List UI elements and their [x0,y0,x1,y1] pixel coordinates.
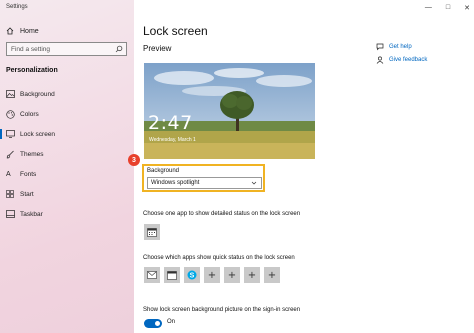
brush-icon [6,150,18,159]
sidebar-item-background[interactable]: Background [0,88,134,100]
give-feedback-link[interactable]: Give feedback [376,54,427,66]
help-links: Get help Give feedback [376,41,427,67]
section-title: Personalization [6,67,58,74]
sidebar-item-label: Fonts [20,170,37,178]
picture-icon [6,90,18,98]
get-help-label: Get help [389,44,412,50]
sidebar-item-colors[interactable]: Colors [0,108,134,120]
toggle-state-label: On [167,319,176,325]
feedback-icon [376,56,386,64]
calendar-icon [147,228,157,237]
quick-status-app-calendar[interactable] [164,267,180,283]
taskbar-icon [6,210,18,218]
sidebar-item-themes[interactable]: Themes [0,148,134,160]
svg-text:S: S [190,273,195,280]
add-app-button[interactable]: + [224,267,240,283]
sidebar-item-label: Themes [20,150,44,158]
plus-icon: + [207,269,217,281]
page-title: Lock screen [143,24,208,38]
add-app-button[interactable]: + [244,267,260,283]
get-help-link[interactable]: Get help [376,41,427,53]
window-controls: — □ ✕ [425,4,470,12]
home-icon [6,27,16,35]
search-icon [115,45,123,55]
signin-bg-toggle[interactable] [144,319,162,328]
lock-screen-icon [6,130,18,138]
sidebar-item-start[interactable]: Start [0,188,134,200]
preview-date: Wednesday, March 1 [149,137,196,143]
calendar-icon [167,271,177,280]
home-nav-item[interactable]: Home [6,25,39,37]
quick-status-text: Choose which apps show quick status on t… [143,255,295,261]
plus-icon: + [247,269,257,281]
quick-status-app-skype[interactable]: S [184,267,200,283]
background-dropdown[interactable]: Windows spotlight [147,177,262,189]
lock-screen-preview: 2:47 Wednesday, March 1 [144,63,315,159]
sidebar-item-fonts[interactable]: A Fonts [0,168,134,180]
sidebar-item-label: Background [20,90,55,98]
home-label: Home [20,27,39,35]
toggle-knob [155,321,160,326]
background-label: Background [147,168,180,174]
preview-label: Preview [143,44,172,53]
start-icon [6,190,18,198]
add-app-button[interactable]: + [264,267,280,283]
search-input[interactable]: Find a setting [6,42,127,56]
maximize-icon[interactable]: □ [446,4,450,12]
search-placeholder: Find a setting [11,45,51,53]
help-chat-icon [376,43,386,51]
mail-icon [147,271,157,279]
give-feedback-label: Give feedback [389,57,428,63]
quick-status-app-mail[interactable] [144,267,160,283]
chevron-down-icon [251,180,257,188]
minimize-icon[interactable]: — [425,4,432,12]
add-app-button[interactable]: + [204,267,220,283]
font-icon: A [6,170,11,178]
background-dropdown-value: Windows spotlight [151,180,200,186]
sidebar-item-label: Start [20,190,34,198]
detailed-status-text: Choose one app to show detailed status o… [143,211,301,217]
sidebar-item-label: Colors [20,110,39,118]
signin-bg-text: Show lock screen background picture on t… [143,307,301,313]
sidebar-item-lock-screen[interactable]: Lock screen [0,128,134,140]
step-badge: 3 [128,154,140,166]
background-highlight: Background Windows spotlight [142,164,265,192]
close-icon[interactable]: ✕ [464,4,470,12]
skype-icon: S [187,270,197,280]
sidebar: Settings Home Find a setting Personaliza… [0,0,134,333]
sidebar-item-label: Lock screen [20,130,56,138]
plus-icon: + [227,269,237,281]
window-title: Settings [6,4,28,10]
preview-image [144,63,315,159]
plus-icon: + [267,269,277,281]
sidebar-item-label: Taskbar [20,210,43,218]
palette-icon [6,109,18,119]
preview-time: 2:47 [148,112,193,134]
detailed-status-app[interactable] [144,224,160,240]
sidebar-item-taskbar[interactable]: Taskbar [0,208,134,220]
